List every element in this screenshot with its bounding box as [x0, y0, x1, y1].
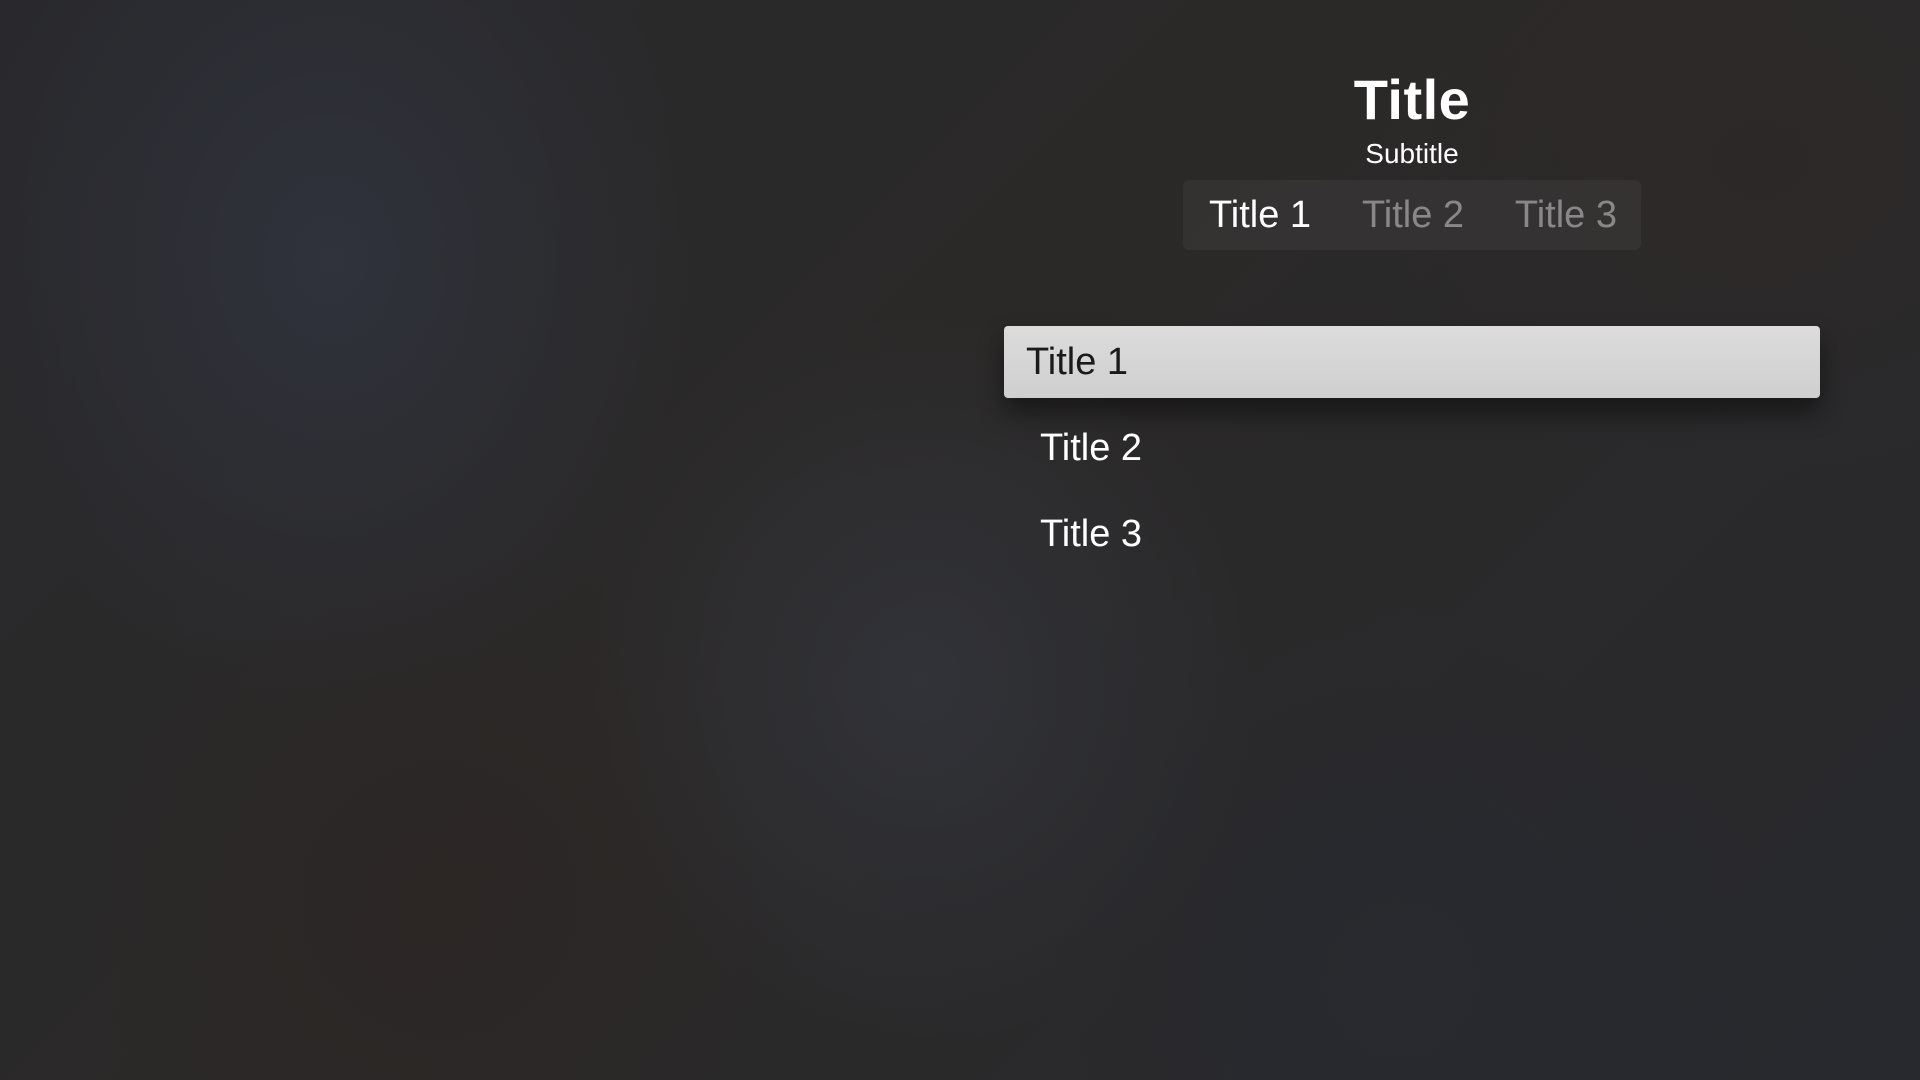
- list-item-title-1[interactable]: Title 1: [1004, 326, 1820, 398]
- options-list: Title 1 Title 2 Title 3: [1004, 326, 1820, 584]
- list-item-label: Title 3: [1040, 513, 1143, 555]
- segment-title-3[interactable]: Title 3: [1515, 180, 1617, 250]
- segmented-control: Title 1 Title 2 Title 3: [1183, 180, 1641, 250]
- list-item-title-2[interactable]: Title 2: [1004, 412, 1820, 484]
- segment-title-1[interactable]: Title 1: [1209, 180, 1311, 250]
- segment-title-2[interactable]: Title 2: [1362, 180, 1464, 250]
- page-subtitle: Subtitle: [1365, 138, 1459, 169]
- page-title: Title: [1353, 68, 1471, 131]
- header: Title Subtitle: [1182, 62, 1642, 170]
- list-item-label: Title 2: [1040, 427, 1143, 469]
- list-item-title-3[interactable]: Title 3: [1004, 498, 1820, 570]
- list-item-label: Title 1: [1026, 341, 1129, 383]
